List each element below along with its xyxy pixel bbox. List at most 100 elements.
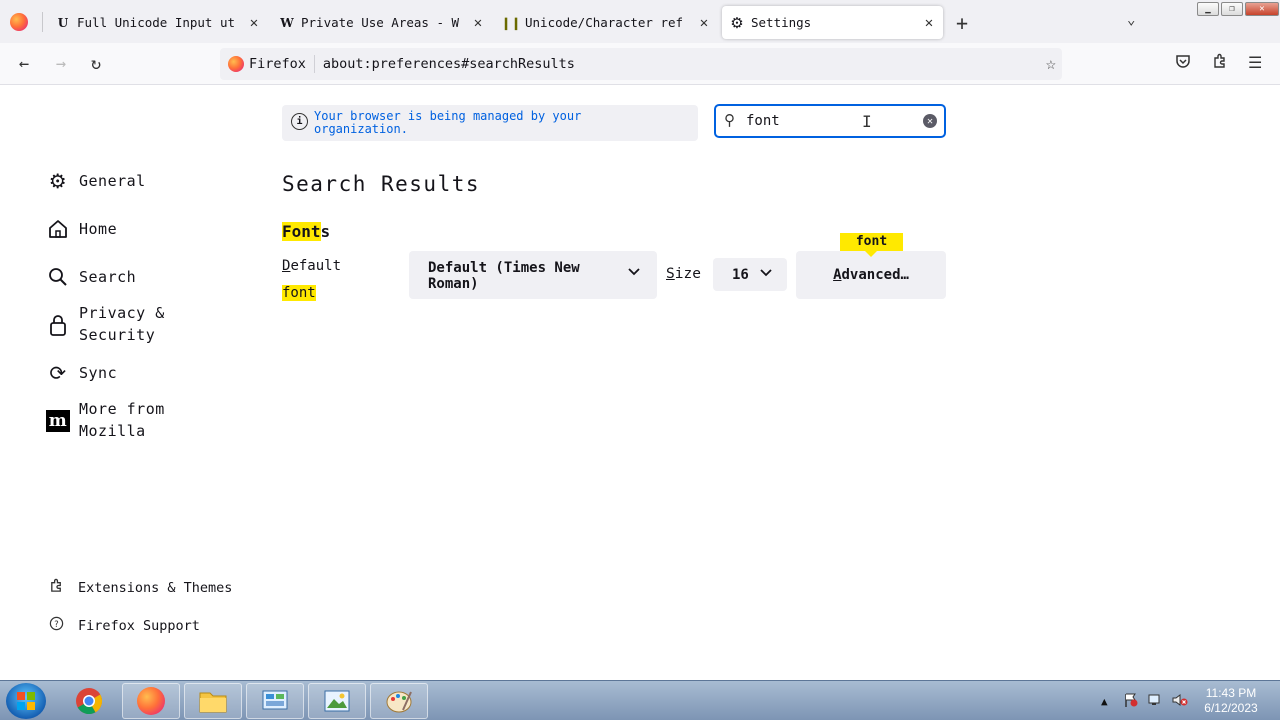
taskbar-image-viewer[interactable]: [308, 683, 366, 719]
tab-private-use-areas[interactable]: W Private Use Areas - W ✕: [274, 6, 486, 39]
taskbar-chrome[interactable]: [60, 683, 118, 719]
sidebar-item-sync[interactable]: ⟳ Sync: [45, 360, 117, 386]
font-size-select[interactable]: 16: [713, 258, 787, 291]
gear-icon: ⚙: [730, 13, 744, 32]
close-window-button[interactable]: ✕: [1245, 2, 1279, 16]
extensions-puzzle-icon: [47, 578, 65, 597]
action-center-flag-icon[interactable]: [1123, 692, 1139, 711]
close-tab-icon[interactable]: ✕: [696, 15, 712, 31]
close-tab-icon[interactable]: ✕: [921, 15, 937, 31]
mozilla-logo-icon: m: [45, 408, 71, 434]
firefox-icon: [137, 687, 165, 715]
lock-icon: [45, 312, 71, 338]
firefox-support-link[interactable]: ? Firefox Support: [47, 616, 200, 635]
advanced-label-rest: dvanced…: [841, 267, 909, 283]
tab-separator: [42, 12, 43, 32]
clock-date: 6/12/2023: [1204, 701, 1258, 715]
sidebar-item-search[interactable]: Search: [45, 264, 136, 290]
url-text[interactable]: about:preferences#searchResults: [323, 56, 575, 72]
advanced-fonts-button[interactable]: Advanced…: [796, 251, 946, 299]
new-tab-button[interactable]: +: [956, 11, 968, 35]
wikibooks-favicon-icon: ❙❙: [500, 15, 522, 30]
policies-notice: i Your browser is being managed by your …: [282, 105, 698, 141]
start-button[interactable]: [6, 683, 46, 719]
chevron-down-icon: [627, 265, 641, 281]
managed-link[interactable]: Your browser is being managed by your or…: [314, 110, 644, 135]
url-bar[interactable]: Firefox about:preferences#searchResults …: [220, 48, 1062, 80]
size-label-rest: ize: [674, 266, 701, 282]
windows-logo-icon: [17, 692, 35, 710]
close-tab-icon[interactable]: ✕: [470, 15, 486, 31]
default-font-select[interactable]: Default (Times New Roman): [409, 251, 657, 299]
taskbar-clock[interactable]: 11:43 PM 6/12/2023: [1198, 686, 1264, 716]
navigation-toolbar: ← → ↻ Firefox about:preferences#searchRe…: [0, 43, 1280, 85]
firefox-view-icon[interactable]: [10, 13, 28, 31]
tab-title: Settings: [751, 15, 812, 30]
photo-viewer-icon: [324, 690, 350, 712]
show-hidden-icons-icon[interactable]: ▲: [1101, 695, 1108, 708]
select-value: 16: [732, 267, 749, 283]
tab-settings[interactable]: ⚙ Settings ✕: [722, 6, 943, 39]
search-highlight: Font: [282, 222, 321, 241]
back-arrow-icon[interactable]: ←: [13, 53, 35, 75]
unicode-favicon-icon: U: [57, 15, 69, 30]
tab-strip: U Full Unicode Input ut ✕ W Private Use …: [0, 0, 1280, 43]
window-controls: ▁ ❐ ✕: [1197, 2, 1279, 16]
minimize-button[interactable]: ▁: [1197, 2, 1219, 16]
accesskey-letter: S: [666, 266, 675, 282]
sidebar-item-label: More from Mozilla: [79, 400, 165, 440]
firefox-logo-icon: [228, 56, 244, 72]
volume-muted-icon[interactable]: [1171, 692, 1189, 711]
chrome-icon: [76, 688, 103, 715]
footer-item-label: Firefox Support: [78, 617, 200, 634]
maximize-button[interactable]: ❐: [1221, 2, 1243, 16]
settings-search-box[interactable]: ⚲ font I ✕: [714, 104, 946, 138]
bookmark-star-icon[interactable]: ☆: [1046, 54, 1056, 74]
sidebar-item-more-from-mozilla[interactable]: m More from Mozilla: [45, 398, 189, 442]
extensions-puzzle-icon[interactable]: [1212, 53, 1228, 73]
footer-item-label: Extensions & Themes: [78, 579, 233, 596]
clock-time: 11:43 PM: [1205, 686, 1257, 700]
pocket-icon[interactable]: [1175, 53, 1191, 73]
search-input[interactable]: font: [746, 113, 780, 129]
taskbar-control-panel[interactable]: [246, 683, 304, 719]
hamburger-menu-icon[interactable]: ☰: [1248, 53, 1262, 72]
clear-search-icon[interactable]: ✕: [923, 114, 937, 128]
select-value: Default (Times New Roman): [428, 260, 580, 292]
taskbar-paint[interactable]: [370, 683, 428, 719]
text-cursor-icon: I: [862, 112, 872, 131]
sidebar-item-privacy[interactable]: Privacy & Security: [45, 302, 189, 346]
accesskey-letter: A: [833, 267, 842, 283]
gear-icon: ⚙: [48, 169, 68, 193]
tab-full-unicode-input[interactable]: U Full Unicode Input ut ✕: [50, 6, 262, 39]
fonts-section-title: Fonts: [282, 222, 330, 241]
taskbar-firefox[interactable]: [122, 683, 180, 719]
taskbar-explorer[interactable]: [184, 683, 242, 719]
reload-icon[interactable]: ↻: [85, 53, 107, 75]
list-all-tabs-chevron-icon[interactable]: ⌄: [1127, 12, 1135, 28]
sidebar-item-general[interactable]: ⚙ General: [45, 168, 146, 194]
forward-arrow-icon[interactable]: →: [50, 53, 72, 75]
font-size-label: Size: [666, 266, 701, 282]
folder-icon: [199, 692, 227, 713]
search-match-tooltip: font: [840, 233, 903, 257]
tab-unicode-character-ref[interactable]: ❙❙ Unicode/Character ref ✕: [498, 6, 712, 39]
identity-label[interactable]: Firefox: [249, 56, 306, 72]
svg-text:?: ?: [54, 619, 58, 629]
control-panel-icon: [262, 690, 288, 710]
windows-taskbar: ▲ 11:43 PM 6/12/2023: [0, 680, 1280, 720]
info-icon: i: [291, 113, 308, 130]
search-icon: ⚲: [724, 111, 735, 129]
fonts-title-rest: s: [320, 222, 331, 241]
default-label-rest: efault: [290, 258, 342, 274]
extensions-themes-link[interactable]: Extensions & Themes: [47, 578, 232, 597]
page-title: Search Results: [282, 172, 481, 196]
sidebar-item-home[interactable]: Home: [45, 216, 117, 242]
network-icon[interactable]: [1147, 692, 1163, 711]
sidebar-item-label: Sync: [79, 364, 118, 382]
home-icon: [45, 216, 71, 242]
tab-title: Private Use Areas - W: [301, 15, 460, 30]
sidebar-item-label: Search: [79, 268, 137, 286]
tab-title: Full Unicode Input ut: [77, 15, 236, 30]
close-tab-icon[interactable]: ✕: [246, 15, 262, 31]
